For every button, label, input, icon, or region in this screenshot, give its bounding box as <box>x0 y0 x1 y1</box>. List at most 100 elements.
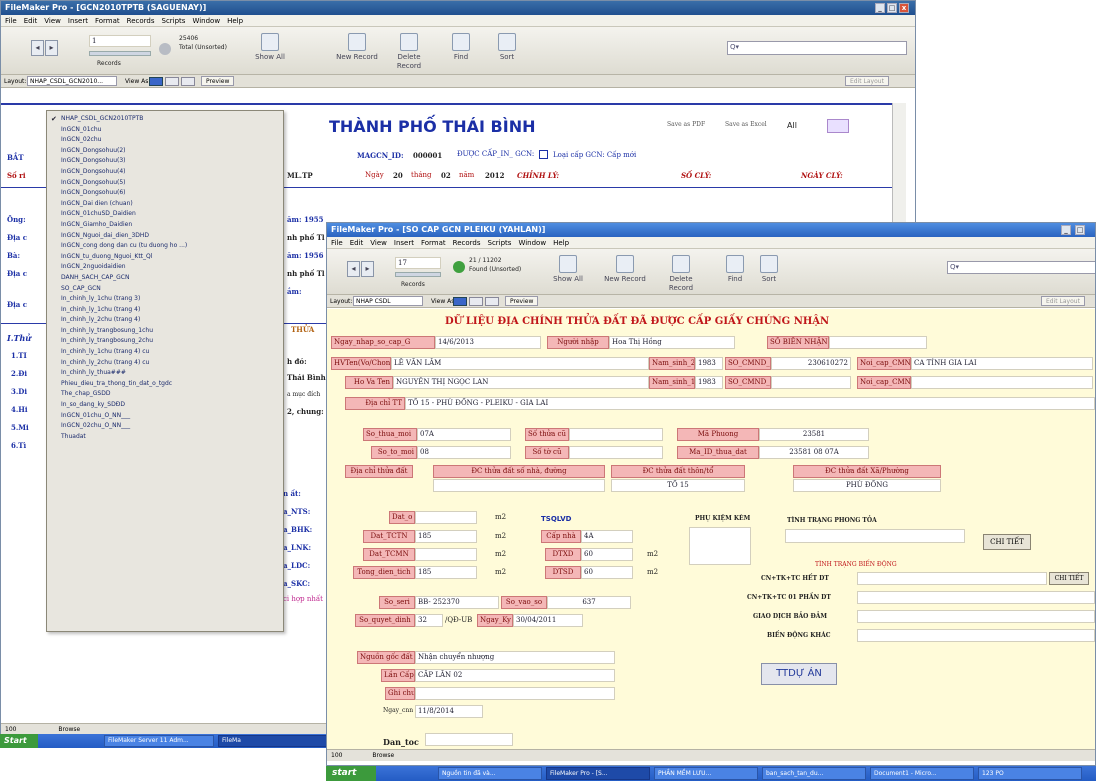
year-value[interactable]: 2012 <box>485 171 504 180</box>
layout-menu-item[interactable]: In_chinh_ly_2chu (trang 4) <box>47 315 283 326</box>
menu-edit[interactable]: Edit <box>24 17 38 25</box>
sort-button[interactable]: Sort <box>495 33 519 62</box>
ma-id-field[interactable]: 23581 08 07A <box>759 446 869 459</box>
preview-button[interactable]: Preview <box>201 76 235 86</box>
front-start-button[interactable]: start <box>326 766 376 781</box>
month-value[interactable]: 02 <box>441 171 451 180</box>
all-button[interactable]: All <box>787 121 797 130</box>
view-table-button[interactable] <box>181 77 195 86</box>
layout-menu-item[interactable]: In_chinh_ly_2chu (trang 4) cu <box>47 358 283 369</box>
dc-xa-field[interactable]: PHÙ ĐỔNG <box>793 479 941 492</box>
ho-ten2-field[interactable]: NGUYỄN THỊ NGỌC LAN <box>393 376 649 389</box>
chi-tiet-bd-button[interactable]: CHI TIẾT <box>1049 572 1089 585</box>
so-to-cu-field[interactable] <box>569 446 663 459</box>
front-quick-find-input[interactable]: Q▾ <box>947 261 1095 274</box>
cmnd2-field[interactable] <box>771 376 851 389</box>
dat-tcmn-field[interactable] <box>415 548 477 561</box>
tong-dt-field[interactable]: 185 <box>415 566 477 579</box>
front-taskbar-item-2[interactable]: FileMaker Pro - [S... <box>546 767 650 780</box>
layout-menu-item[interactable]: InGCN_Dongsohuu(6) <box>47 188 283 199</box>
ngay-ky-field[interactable]: 30/04/2011 <box>513 614 583 627</box>
front-mode-select[interactable]: Browse <box>372 752 394 759</box>
front-preview-button[interactable]: Preview <box>505 296 539 306</box>
noi-cap2-field[interactable] <box>911 376 1093 389</box>
view-form-button[interactable] <box>149 77 163 86</box>
phu-kem-field[interactable] <box>689 527 751 565</box>
layout-menu-item[interactable]: InGCN_Giamho_Daidien <box>47 220 283 231</box>
giao-dich-field[interactable] <box>857 610 1095 623</box>
layout-menu-item[interactable]: InGCN_02chu <box>47 135 283 146</box>
mode-select[interactable]: Browse <box>58 726 80 733</box>
so-thua-field[interactable]: 07A <box>417 428 511 441</box>
so-qd-field[interactable]: 32 <box>415 614 443 627</box>
front-view-table-button[interactable] <box>485 297 499 306</box>
dtxd-field[interactable]: 60 <box>581 548 633 561</box>
menu-file[interactable]: File <box>5 17 17 25</box>
nguon-goc-field[interactable]: Nhận chuyển nhượng <box>415 651 615 664</box>
find-button[interactable]: Find <box>449 33 473 62</box>
front-minimize-icon[interactable]: _ <box>1061 225 1071 235</box>
start-button[interactable]: Start <box>0 734 38 748</box>
front-record-slider[interactable] <box>395 272 441 277</box>
menu-scripts[interactable]: Scripts <box>162 17 186 25</box>
ho-ten1-field[interactable]: LÊ VĂN LÂM <box>391 357 649 370</box>
so-serial-field[interactable]: BB- 252370 <box>415 596 499 609</box>
record-number-input[interactable]: 1 <box>89 35 151 47</box>
new-record-button[interactable]: New Record <box>335 33 379 62</box>
layout-menu-item[interactable]: ✔ NHAP_CSDL_GCN2010TPTB <box>47 114 283 125</box>
layout-menu-item[interactable]: InGCN_Dongsohuu(5) <box>47 178 283 189</box>
front-taskbar-item-6[interactable]: 123 PO <box>978 767 1082 780</box>
lan-cap-field[interactable]: CẤP LẦN 02 <box>415 669 615 682</box>
front-taskbar-item-1[interactable]: Nguồn tin đã và... <box>438 767 542 780</box>
menu-window[interactable]: Window <box>192 17 220 25</box>
front-taskbar-item-4[interactable]: ban_sach_tan_du... <box>762 767 866 780</box>
prev-record-button[interactable]: ◂ <box>31 40 44 56</box>
front-taskbar-item-3[interactable]: PHẦN MỀM LƯU... <box>654 767 758 780</box>
dat-tctn-field[interactable]: 185 <box>415 530 477 543</box>
layout-menu-item[interactable]: InGCN_01chu <box>47 125 283 136</box>
ttdu-an-button[interactable]: TTDỰ ÁN <box>761 663 837 685</box>
layout-menu-item[interactable]: In_chinh_ly_1chu (trang 3) <box>47 294 283 305</box>
view-list-button[interactable] <box>165 77 179 86</box>
dtsd-field[interactable]: 60 <box>581 566 633 579</box>
front-edit-layout-button[interactable]: Edit Layout <box>1041 296 1085 306</box>
ghi-chu-field[interactable] <box>415 687 615 700</box>
front-menu-format[interactable]: Format <box>421 239 446 247</box>
so-bien-nhan-field[interactable] <box>829 336 927 349</box>
layout-menu-item[interactable]: InGCN_01chu_O_NN___ <box>47 411 283 422</box>
maximize-icon[interactable]: □ <box>887 3 897 13</box>
layout-menu-item[interactable]: InGCN_02chu_O_NN___ <box>47 421 283 432</box>
front-zoom-level[interactable]: 100 <box>331 752 342 759</box>
front-menu-records[interactable]: Records <box>453 239 481 247</box>
layout-menu-item[interactable]: In_chinh_ly_thua### <box>47 368 283 379</box>
bien-dong-khac-field[interactable] <box>857 629 1095 642</box>
front-find-button[interactable]: Find <box>723 255 747 284</box>
layout-menu-item[interactable]: InGCN_Dongsohuu(3) <box>47 156 283 167</box>
layout-menu-item[interactable]: InGCN_01chuSD_Daidien <box>47 209 283 220</box>
front-menu-help[interactable]: Help <box>553 239 569 247</box>
so-vao-so-field[interactable]: 637 <box>547 596 631 609</box>
so-thua-cu-field[interactable] <box>569 428 663 441</box>
dan-toc-field[interactable] <box>425 733 513 746</box>
dia-chi-tt-field[interactable]: TỔ 15 - PHÙ ĐỔNG - PLEIKU - GIA LAI <box>405 397 1095 410</box>
layout-menu-item[interactable]: InGCN_cong dong dan cu (tu duong ho ...) <box>47 241 283 252</box>
record-slider[interactable] <box>89 51 151 56</box>
layout-menu-item[interactable]: InGCN_Dongsohuu(2) <box>47 146 283 157</box>
show-all-button[interactable]: Show All <box>255 33 285 62</box>
front-new-record-button[interactable]: New Record <box>603 255 647 284</box>
save-excel-button[interactable]: Save as Excel <box>725 121 767 128</box>
quick-find-input[interactable]: Q▾ <box>727 41 907 55</box>
cn-het-field[interactable] <box>857 572 1047 585</box>
noi-cap1-field[interactable]: CA TỈNH GIA LAI <box>911 357 1093 370</box>
nam-sinh1-field[interactable]: 1983 <box>695 357 723 370</box>
layout-menu-item[interactable]: SO_CAP_GCN <box>47 284 283 295</box>
front-prev-record-button[interactable]: ◂ <box>347 261 360 277</box>
so-to-field[interactable]: 08 <box>417 446 511 459</box>
layout-menu-item[interactable]: InGCN_Dongsohuu(4) <box>47 167 283 178</box>
front-view-form-button[interactable] <box>453 297 467 306</box>
chi-tiet-button[interactable]: CHI TIẾT <box>983 534 1031 550</box>
layout-menu-item[interactable]: The_chap_GSDD <box>47 389 283 400</box>
day-value[interactable]: 20 <box>393 171 403 180</box>
ma-phuong-field[interactable]: 23581 <box>759 428 869 441</box>
front-delete-record-button[interactable]: Delete Record <box>657 255 705 293</box>
